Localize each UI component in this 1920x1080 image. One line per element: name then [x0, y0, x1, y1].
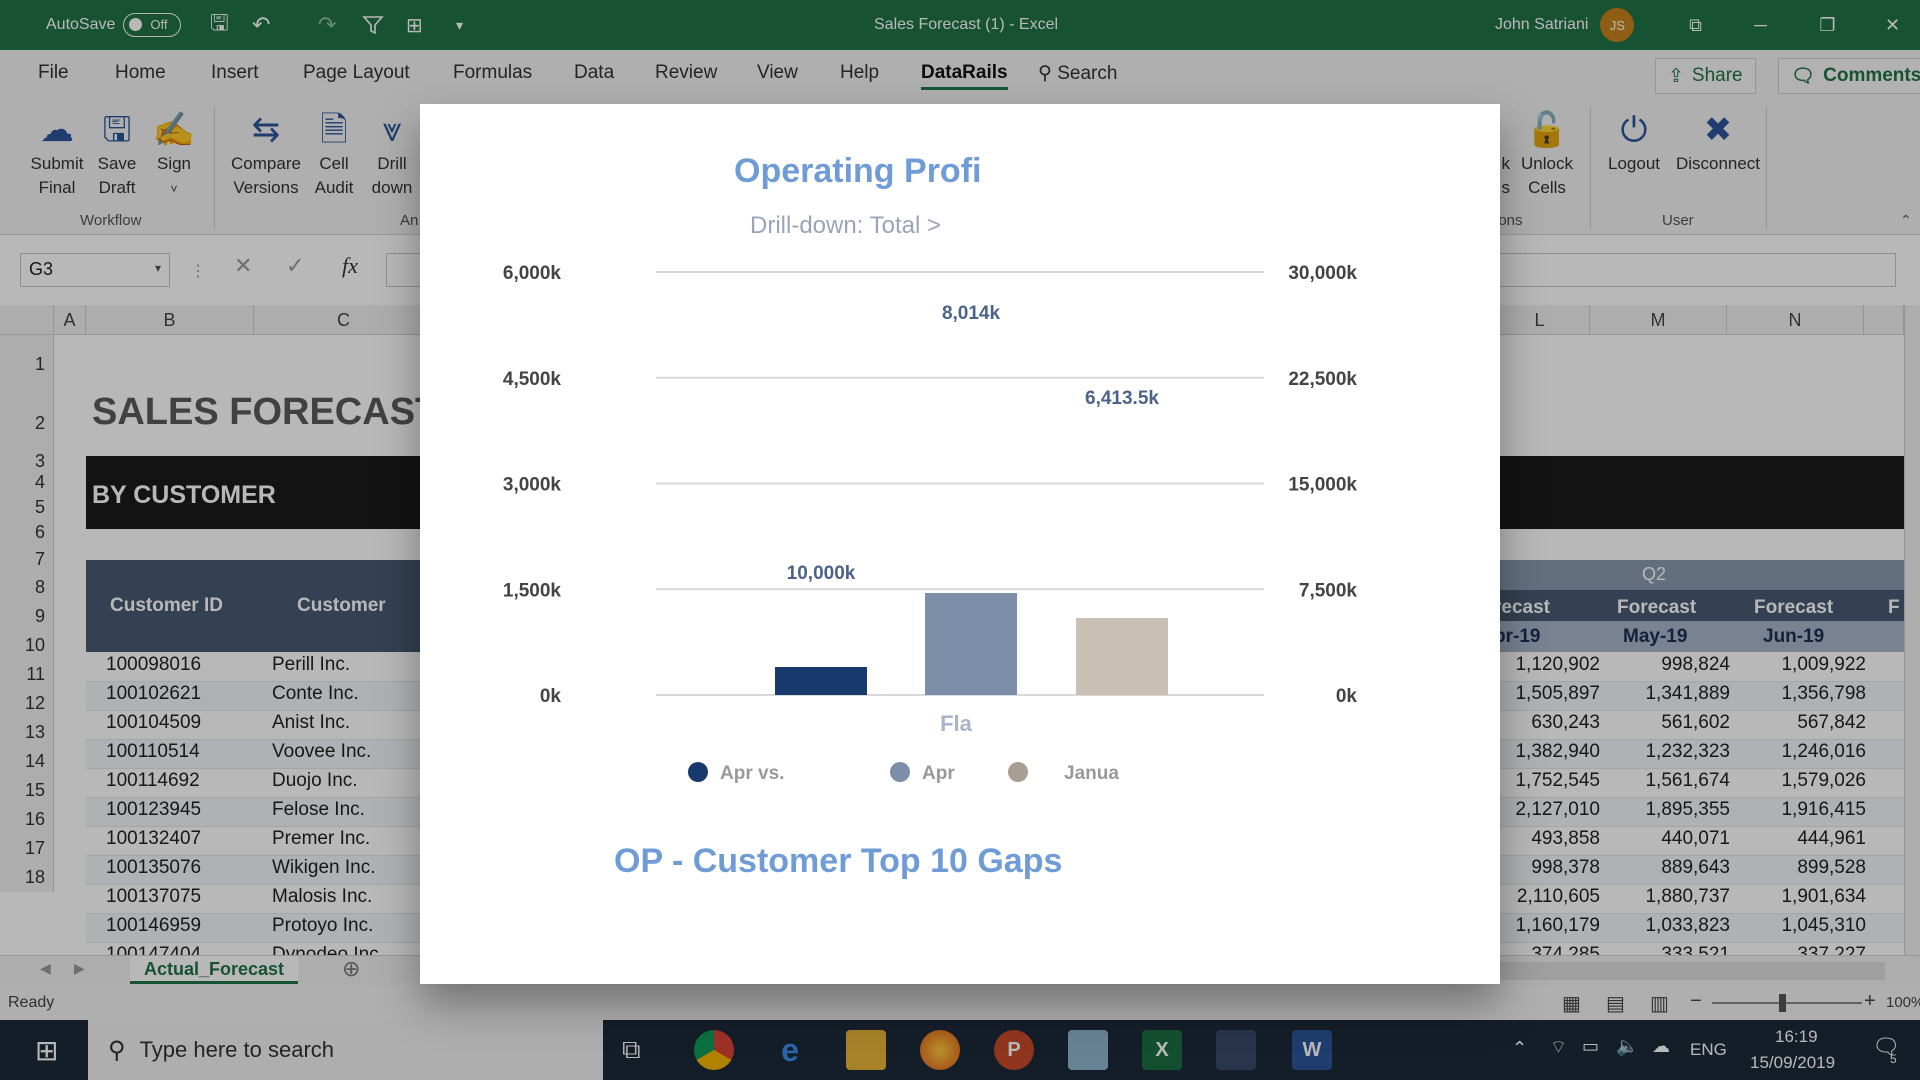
y-tick-right: 22,500k [1288, 369, 1357, 390]
y-tick-left: 6,000k [503, 263, 562, 284]
legend-label: Janua [1064, 763, 1119, 784]
bar-janua[interactable] [1076, 618, 1168, 695]
x-category-label: Fla [940, 711, 973, 736]
data-label: 6,413.5k [1085, 388, 1159, 409]
legend-dot [688, 762, 708, 782]
legend-dot [890, 762, 910, 782]
next-chart-title: OP - Customer Top 10 Gaps [614, 842, 1063, 880]
legend-label: Apr vs. [720, 763, 785, 784]
legend-dot [1008, 762, 1028, 782]
y-tick-right: 30,000k [1288, 263, 1357, 284]
y-tick-right: 15,000k [1288, 475, 1357, 496]
y-tick-right: 0k [1336, 686, 1358, 707]
y-tick-left: 4,500k [503, 369, 562, 390]
bar-chart: 0k 0k 1,500k 7,500k 3,000k 15,000k 4,500k 22,50… [503, 263, 1358, 736]
y-tick-left: 1,500k [503, 580, 562, 601]
legend-item[interactable]: Apr vs. [688, 762, 784, 785]
excel-window: AutoSave Off 🖫 ↶ ↷ ⊞ ▾ Sales Forecast (1)… [0, 0, 1920, 1080]
legend-item[interactable]: Apr [890, 762, 955, 785]
legend-item[interactable]: Janua [1008, 762, 1119, 785]
y-tick-left: 0k [540, 686, 562, 707]
data-label: 8,014k [942, 303, 1001, 324]
data-label: 10,000k [787, 563, 856, 584]
legend-label: Apr [922, 763, 955, 784]
bar-apr-vs-[interactable] [775, 667, 867, 695]
y-tick-left: 3,000k [503, 475, 562, 496]
drilldown-modal: Operating Profi Drill-down: Total > 0k 0k… [420, 104, 1500, 984]
y-tick-right: 7,500k [1299, 580, 1358, 601]
bar-apr[interactable] [925, 593, 1017, 695]
